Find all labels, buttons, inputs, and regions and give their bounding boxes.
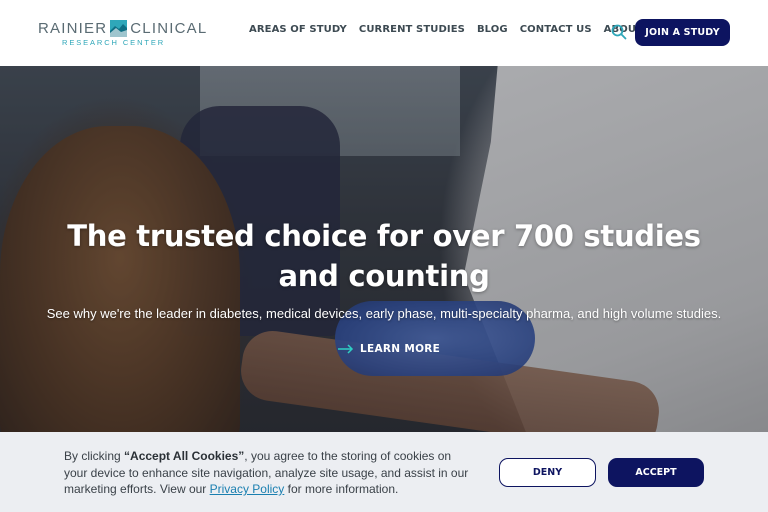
cookie-banner: By clicking “Accept All Cookies”, you ag… [0, 432, 768, 512]
privacy-policy-link[interactable]: Privacy Policy [210, 482, 285, 496]
site-logo[interactable]: RAINIER CLINICAL RESEARCH CENTER [38, 18, 206, 50]
deny-cookies-button[interactable]: DENY [499, 458, 596, 487]
arrow-right-icon [338, 344, 354, 354]
cookie-text-prefix: By clicking [64, 449, 125, 463]
cookie-text-bold: “Accept All Cookies” [124, 449, 245, 463]
nav-item-areas-of-study[interactable]: AREAS OF STUDY [249, 24, 347, 35]
cookie-message: By clicking “Accept All Cookies”, you ag… [64, 448, 474, 498]
main-nav: AREAS OF STUDY CURRENT STUDIES BLOG CONT… [249, 24, 667, 35]
cookie-text-suffix: for more information. [284, 482, 399, 496]
logo-word-left: RAINIER [38, 20, 108, 37]
site-header: RAINIER CLINICAL RESEARCH CENTER AREAS O… [0, 0, 768, 66]
nav-item-contact-us[interactable]: CONTACT US [520, 24, 592, 35]
mountain-square-logo-icon [110, 20, 128, 37]
accept-cookies-button[interactable]: ACCEPT [608, 458, 704, 487]
logo-word-right: CLINICAL [130, 20, 208, 37]
join-a-study-button[interactable]: JOIN A STUDY [635, 19, 730, 46]
hero-title: The trusted choice for over 700 studies … [67, 219, 701, 293]
nav-item-blog[interactable]: BLOG [477, 24, 508, 35]
logo-wordmark: RAINIER CLINICAL [38, 20, 207, 37]
learn-more-label: LEARN MORE [360, 343, 441, 355]
nav-item-current-studies[interactable]: CURRENT STUDIES [359, 24, 465, 35]
logo-subline: RESEARCH CENTER [62, 38, 166, 47]
hero-section: The trusted choice for over 700 studies … [0, 66, 768, 446]
learn-more-link[interactable]: LEARN MORE [338, 343, 440, 355]
search-icon[interactable] [611, 24, 627, 40]
hero-subtitle: See why we're the leader in diabetes, me… [46, 306, 722, 321]
